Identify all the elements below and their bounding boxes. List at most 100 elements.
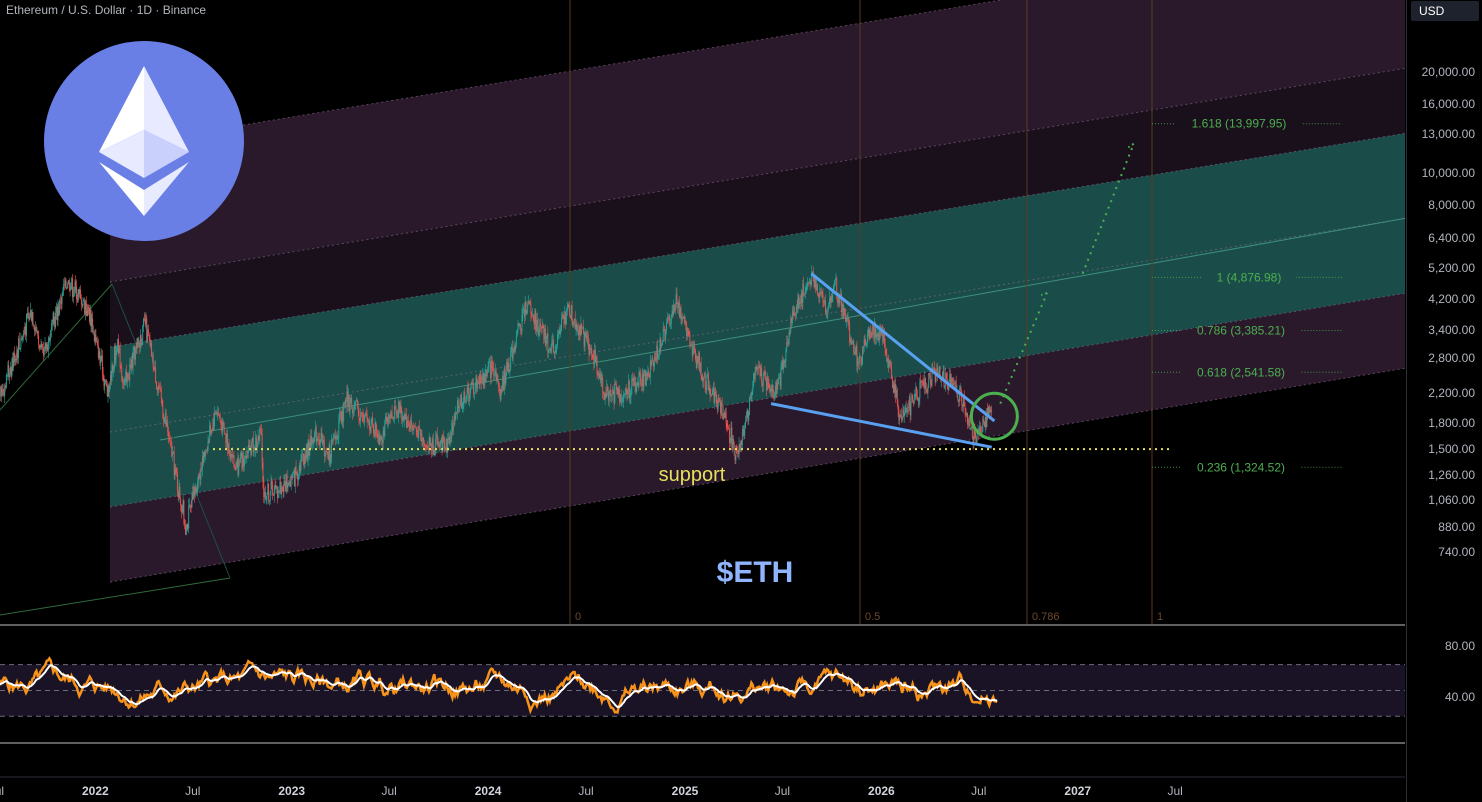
candle-body xyxy=(591,354,593,356)
candle-body xyxy=(327,451,328,455)
candle-body xyxy=(473,383,475,395)
candle-body xyxy=(356,400,358,406)
price-tick: 1,260.00 xyxy=(1428,467,1475,482)
candle-body xyxy=(913,396,915,404)
candle-body xyxy=(347,391,349,407)
candle-body xyxy=(517,323,519,331)
candle-body xyxy=(217,412,219,415)
candle-body xyxy=(877,333,879,337)
candle-body xyxy=(325,450,327,455)
candle-body xyxy=(805,287,807,293)
candle-body xyxy=(950,374,951,385)
candle-body xyxy=(399,404,401,412)
chart-stage[interactable]: 0 0.5 0.786 1 support $ETH 1.618 (13,997.95) 1 … xyxy=(0,0,1482,802)
candle-body xyxy=(494,370,496,375)
candle-body xyxy=(188,505,190,529)
candle-body xyxy=(13,352,15,363)
candle-body xyxy=(246,450,248,459)
candle-body xyxy=(786,342,788,351)
candle-body xyxy=(820,291,822,294)
candle-body xyxy=(312,439,314,442)
candle-body xyxy=(905,407,907,413)
candle-body xyxy=(84,300,86,314)
candle-body xyxy=(680,307,682,320)
candle-body xyxy=(925,389,927,391)
candle-body xyxy=(637,383,639,386)
candle-body xyxy=(418,426,420,438)
candle-body xyxy=(506,362,508,376)
candle-body xyxy=(446,438,448,453)
candle-body xyxy=(450,436,452,438)
candle-body xyxy=(89,308,90,322)
candle-body xyxy=(87,307,89,316)
candle-body xyxy=(794,313,796,314)
candle-body xyxy=(203,451,205,463)
candle-body xyxy=(256,443,258,448)
candle-body xyxy=(923,382,925,389)
candle-body xyxy=(454,415,456,419)
candle-body xyxy=(368,421,370,422)
candle-body xyxy=(897,403,899,410)
candle-body xyxy=(589,350,591,355)
candle-body xyxy=(290,476,292,487)
candle-body xyxy=(724,412,726,419)
candle-body xyxy=(162,406,164,419)
candle-body xyxy=(888,362,890,368)
candle-body xyxy=(392,418,394,419)
candle-body xyxy=(574,318,576,330)
candle-body xyxy=(635,383,637,393)
candle-body xyxy=(599,374,601,379)
candle-body xyxy=(510,352,512,371)
candle-body xyxy=(205,451,207,456)
candle-body xyxy=(176,472,178,492)
candle-body xyxy=(114,345,116,361)
candle-body xyxy=(847,318,849,320)
candle-body xyxy=(386,420,388,423)
candle-body xyxy=(959,387,961,391)
candle-body xyxy=(907,406,909,411)
candle-body xyxy=(264,491,266,499)
candle-body xyxy=(357,405,359,411)
candle-body xyxy=(691,344,692,347)
candle-body xyxy=(96,341,98,342)
candle-body xyxy=(557,334,559,335)
candle-body xyxy=(189,504,191,507)
candle-body xyxy=(170,441,172,443)
candle-body xyxy=(915,386,917,395)
candle-body xyxy=(456,400,458,413)
candle-body xyxy=(42,346,44,349)
candle-body xyxy=(311,439,313,446)
candle-body xyxy=(701,375,703,380)
candle-body xyxy=(949,374,951,382)
candle-body xyxy=(519,324,521,326)
candle-body xyxy=(699,362,701,372)
candle-body xyxy=(36,330,38,332)
candle-body xyxy=(908,406,910,408)
candle-body xyxy=(757,367,759,370)
candle-body xyxy=(298,465,300,476)
candle-body xyxy=(173,452,175,476)
candle-body xyxy=(131,359,133,368)
candle-body xyxy=(151,343,153,357)
candle-body xyxy=(37,330,39,336)
candle-body xyxy=(447,440,449,453)
candle-body xyxy=(52,312,54,322)
candle-body xyxy=(529,301,531,305)
candle-body xyxy=(361,412,363,416)
candle-body xyxy=(104,380,106,387)
currency-label[interactable]: USD xyxy=(1411,1,1479,21)
candle-body xyxy=(777,382,779,385)
candle-body xyxy=(83,300,85,301)
candle-body xyxy=(833,285,835,287)
candle-body xyxy=(677,302,679,308)
candle-body xyxy=(71,278,73,287)
candle-body xyxy=(783,359,785,363)
candle-body xyxy=(258,435,260,441)
candle-body xyxy=(962,404,964,407)
candle-body xyxy=(477,380,479,382)
candle-body xyxy=(611,395,613,396)
price-axis[interactable]: 20,000.00 16,000.00 13,000.00 10,000.00 8,00… xyxy=(1406,0,1482,802)
candle-body xyxy=(414,426,416,428)
candle-body xyxy=(397,412,399,418)
candle-body xyxy=(435,437,437,454)
